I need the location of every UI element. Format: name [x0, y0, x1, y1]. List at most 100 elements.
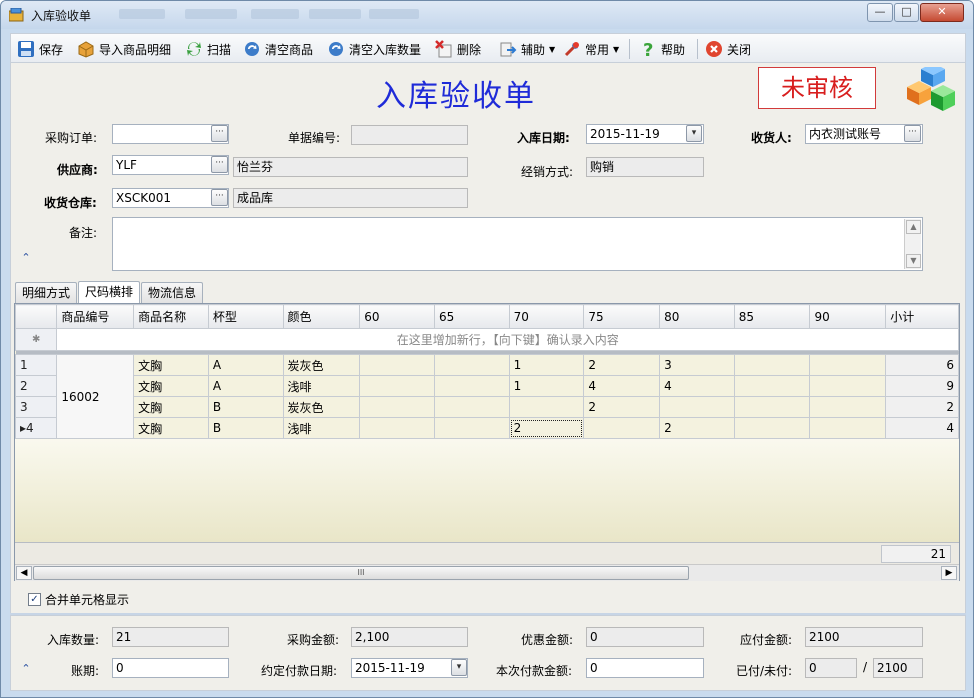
collapse-summary-icon[interactable]: ⌃ — [17, 661, 35, 679]
tab-detail-mode[interactable]: 明细方式 — [15, 282, 77, 304]
cell-size[interactable] — [809, 354, 887, 376]
cell-size[interactable] — [733, 354, 811, 376]
cell-size[interactable]: 1 — [508, 354, 585, 376]
in-qty-field[interactable]: 21 — [112, 627, 229, 647]
col-header[interactable]: 商品编号 — [56, 304, 135, 329]
purchase-amount-field[interactable]: 2,100 — [351, 627, 468, 647]
close-button[interactable]: 关闭 — [705, 38, 751, 60]
row-number[interactable]: 1 — [14, 354, 58, 376]
assist-menu-button[interactable]: 辅助 ▼ — [499, 38, 555, 60]
cell-size[interactable]: 4 — [583, 375, 661, 397]
col-header[interactable]: 85 — [733, 304, 811, 329]
tab-size-horizontal[interactable]: 尺码横排 — [78, 281, 140, 305]
row-number[interactable]: 2 — [14, 375, 58, 397]
col-header[interactable]: 80 — [659, 304, 735, 329]
col-header[interactable]: 90 — [809, 304, 887, 329]
help-button[interactable]: ? 帮助 — [639, 38, 685, 60]
scroll-down-icon[interactable]: ▼ — [906, 254, 921, 268]
cell-size[interactable] — [359, 354, 435, 376]
new-row[interactable]: ✱ 在这里增加新行，【向下键】确认录入内容 — [14, 328, 959, 351]
product-code-cell[interactable]: 16002 — [56, 354, 135, 439]
cell-size[interactable] — [809, 375, 887, 397]
col-header[interactable]: 70 — [508, 304, 585, 329]
maximize-button[interactable]: □ — [894, 3, 919, 22]
cell-color[interactable]: 浅啡 — [282, 375, 361, 397]
merge-cells-checkbox[interactable]: ✓ — [28, 593, 41, 606]
horizontal-scrollbar[interactable]: ◀ III ▶ — [15, 564, 959, 581]
cell-size[interactable] — [809, 396, 887, 418]
col-header[interactable]: 65 — [433, 304, 510, 329]
table-row[interactable]: 2 文胸 A 浅啡 1 4 4 9 — [14, 375, 959, 397]
col-header[interactable]: 商品名称 — [133, 304, 209, 329]
scrollbar-thumb[interactable]: III — [33, 566, 689, 580]
cell-size[interactable] — [809, 417, 887, 439]
date-dropdown-icon[interactable]: ▾ — [686, 125, 702, 142]
supplier-lookup-button[interactable]: ··· — [211, 156, 228, 173]
common-menu-button[interactable]: 常用 ▼ — [563, 38, 619, 60]
cell-size[interactable] — [359, 417, 435, 439]
cell-cup[interactable]: B — [207, 396, 284, 418]
cell-size[interactable] — [433, 375, 510, 397]
remark-scrollbar[interactable]: ▲ ▼ — [904, 219, 921, 269]
col-header[interactable]: 75 — [583, 304, 661, 329]
cell-name[interactable]: 文胸 — [133, 396, 209, 418]
table-row[interactable]: ▸4 文胸 B 浅啡 2 2 4 — [14, 417, 959, 439]
cell-cup[interactable]: B — [207, 417, 284, 439]
import-details-button[interactable]: 导入商品明细 — [77, 38, 171, 60]
doc-no-field[interactable] — [351, 125, 468, 145]
cell-size[interactable]: 2 — [583, 354, 661, 376]
cell-size-selected[interactable]: 2 — [508, 417, 585, 439]
cell-color[interactable]: 炭灰色 — [282, 354, 361, 376]
paid-field[interactable]: 0 — [805, 658, 857, 678]
cell-cup[interactable]: A — [207, 375, 284, 397]
cell-size[interactable] — [433, 417, 510, 439]
cell-size[interactable]: 1 — [508, 375, 585, 397]
table-row[interactable]: 3 文胸 B 炭灰色 2 2 — [14, 396, 959, 418]
cell-color[interactable]: 炭灰色 — [282, 396, 361, 418]
cell-name[interactable]: 文胸 — [133, 417, 209, 439]
warehouse-name-field[interactable]: 成品库 — [233, 188, 468, 208]
col-header[interactable]: 60 — [359, 304, 435, 329]
tab-logistics[interactable]: 物流信息 — [141, 282, 203, 304]
col-header[interactable]: 杯型 — [207, 304, 284, 329]
remark-field[interactable] — [112, 217, 923, 271]
merge-cells-toggle[interactable]: ✓ 合并单元格显示 — [28, 591, 129, 608]
cell-size[interactable]: 4 — [659, 375, 735, 397]
cell-size[interactable]: 2 — [659, 417, 735, 439]
new-row-hint[interactable]: 在这里增加新行，【向下键】确认录入内容 — [56, 328, 959, 351]
cell-size[interactable] — [508, 396, 585, 418]
scroll-left-icon[interactable]: ◀ — [16, 566, 32, 580]
receiver-lookup-button[interactable]: ··· — [904, 125, 921, 142]
payable-field[interactable]: 2100 — [805, 627, 923, 647]
close-window-button[interactable]: ✕ — [920, 3, 964, 22]
pay-now-field[interactable]: 0 — [586, 658, 704, 678]
cell-color[interactable]: 浅啡 — [282, 417, 361, 439]
delete-button[interactable]: 删除 — [435, 38, 481, 60]
cell-size[interactable]: 3 — [659, 354, 735, 376]
cell-size[interactable] — [659, 396, 735, 418]
scroll-right-icon[interactable]: ▶ — [941, 566, 957, 580]
cell-name[interactable]: 文胸 — [133, 375, 209, 397]
cell-size[interactable]: 2 — [583, 396, 661, 418]
save-button[interactable]: 保存 — [17, 38, 63, 60]
collapse-header-icon[interactable]: ⌃ — [17, 250, 35, 268]
minimize-button[interactable]: — — [867, 3, 893, 22]
cell-name[interactable]: 文胸 — [133, 354, 209, 376]
scroll-up-icon[interactable]: ▲ — [906, 220, 921, 234]
cell-size[interactable] — [733, 417, 811, 439]
cell-size[interactable] — [359, 396, 435, 418]
clear-goods-button[interactable]: 清空商品 — [243, 38, 313, 60]
col-header[interactable]: 颜色 — [282, 304, 361, 329]
row-number[interactable]: 3 — [14, 396, 58, 418]
clear-qty-button[interactable]: 清空入库数量 — [327, 38, 421, 60]
unpaid-field[interactable]: 2100 — [873, 658, 923, 678]
col-header[interactable]: 小计 — [885, 304, 959, 329]
term-field[interactable]: 0 — [112, 658, 229, 678]
supplier-name-field[interactable]: 怡兰芬 — [233, 157, 468, 177]
cell-size[interactable] — [583, 417, 661, 439]
cell-size[interactable] — [433, 354, 510, 376]
po-lookup-button[interactable]: ··· — [211, 125, 228, 142]
cell-cup[interactable]: A — [207, 354, 284, 376]
cell-size[interactable] — [733, 396, 811, 418]
sales-mode-field[interactable]: 购销 — [586, 157, 704, 177]
